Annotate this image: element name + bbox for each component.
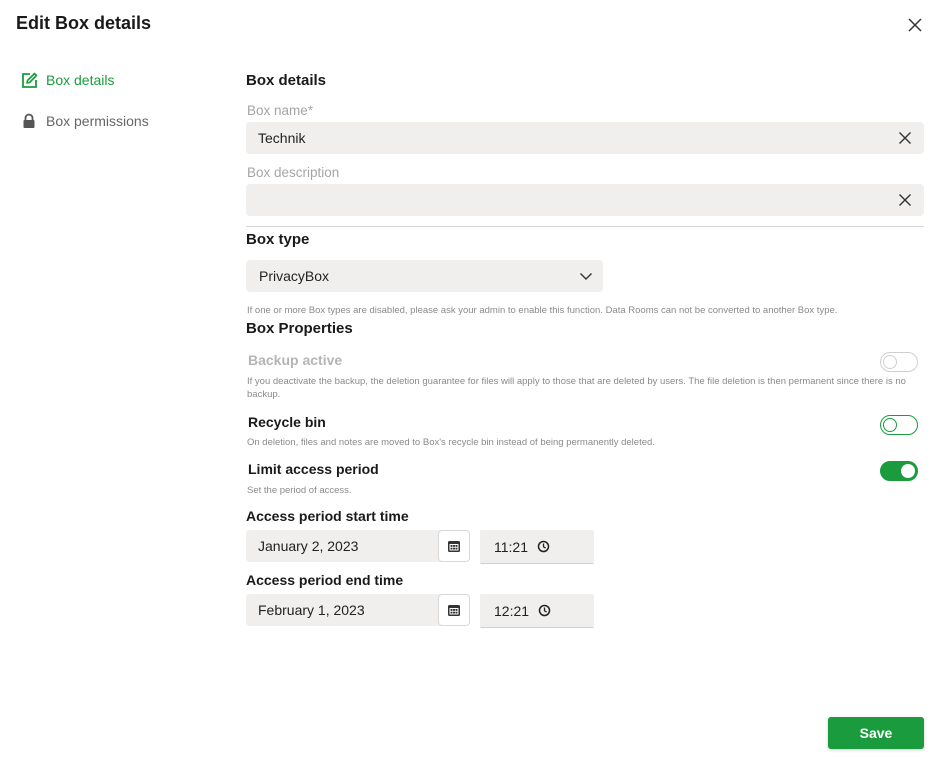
sidebar-item-box-permissions[interactable]: Box permissions (20, 109, 149, 133)
save-button[interactable]: Save (828, 717, 924, 749)
section-title-box-properties: Box Properties (246, 320, 353, 337)
limit-access-period-hint: Set the period of access. (247, 485, 352, 496)
dialog-title: Edit Box details (16, 13, 152, 33)
edit-icon (20, 71, 38, 89)
sidebar-item-label: Box permissions (46, 113, 149, 129)
box-type-select[interactable]: PrivacyBox (246, 260, 603, 292)
limit-access-period-toggle[interactable] (880, 461, 918, 481)
clear-icon[interactable] (898, 131, 912, 145)
recycle-bin-label: Recycle bin (248, 414, 326, 430)
recycle-bin-toggle[interactable] (880, 415, 918, 435)
start-time-value: 11:21 (494, 538, 528, 555)
clear-box-name-button[interactable] (896, 129, 914, 147)
clock-icon[interactable] (537, 540, 551, 554)
end-date-picker-button[interactable] (438, 594, 470, 626)
clear-icon[interactable] (898, 193, 912, 207)
box-type-selected: PrivacyBox (259, 268, 330, 284)
access-start-title: Access period start time (246, 508, 409, 524)
divider (246, 226, 924, 227)
box-type-hint: If one or more Box types are disabled, p… (247, 305, 838, 316)
close-icon[interactable] (907, 17, 923, 33)
start-date-field[interactable]: January 2, 2023 (246, 530, 470, 562)
end-date-value: February 1, 2023 (258, 602, 365, 618)
calendar-icon[interactable] (447, 539, 461, 553)
lock-icon (20, 112, 38, 130)
start-date-picker-button[interactable] (438, 530, 470, 562)
box-name-label: Box name* (247, 103, 314, 118)
box-name-value: Technik (258, 130, 306, 146)
end-time-field[interactable]: 12:21 (480, 594, 594, 628)
box-name-field[interactable]: Technik (246, 122, 924, 154)
box-description-field[interactable] (246, 184, 924, 216)
clock-icon[interactable] (538, 604, 552, 618)
backup-active-label: Backup active (248, 352, 343, 368)
clear-box-description-button[interactable] (896, 191, 914, 209)
limit-access-period-label: Limit access period (248, 461, 379, 477)
backup-active-toggle[interactable] (880, 352, 918, 372)
sidebar-item-box-details[interactable]: Box details (20, 68, 114, 92)
end-time-value: 12:21 (494, 602, 530, 619)
chevron-down-icon[interactable] (579, 269, 593, 283)
close-button[interactable] (904, 14, 926, 36)
box-description-label: Box description (247, 165, 340, 180)
recycle-bin-hint: On deletion, files and notes are moved t… (247, 437, 655, 448)
start-date-value: January 2, 2023 (258, 538, 359, 554)
start-time-field[interactable]: 11:21 (480, 530, 594, 564)
section-title-box-type: Box type (246, 231, 310, 248)
section-title-box-details: Box details (246, 72, 327, 89)
backup-active-hint: If you deactivate the backup, the deleti… (247, 376, 906, 400)
sidebar-item-label: Box details (46, 72, 115, 88)
calendar-icon[interactable] (447, 603, 461, 617)
access-end-title: Access period end time (246, 572, 404, 588)
end-date-field[interactable]: February 1, 2023 (246, 594, 470, 626)
